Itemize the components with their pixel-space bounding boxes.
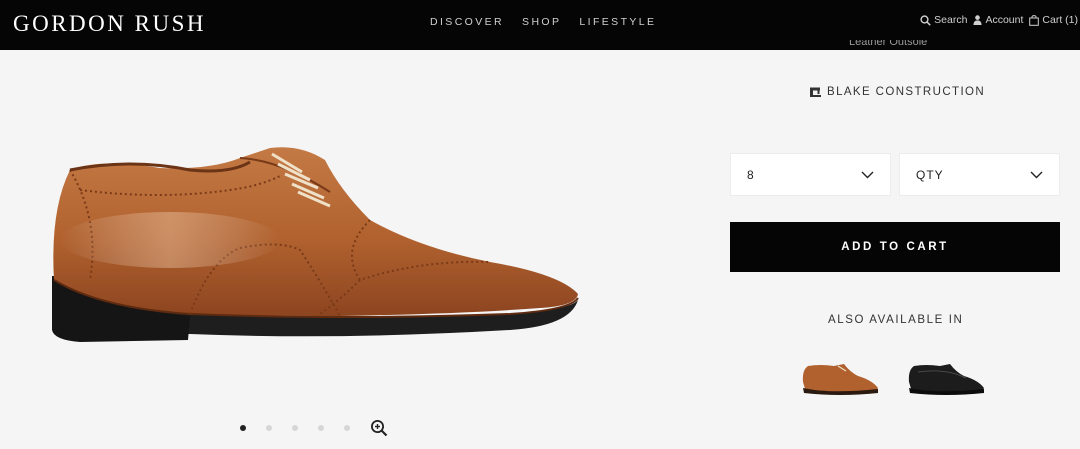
account-link[interactable]: Account xyxy=(973,14,1023,26)
search-link[interactable]: Search xyxy=(920,14,967,26)
carousel-dot[interactable] xyxy=(266,425,272,431)
product-image[interactable] xyxy=(40,130,590,360)
color-variant-black[interactable] xyxy=(906,360,986,400)
add-to-cart-button[interactable]: ADD TO CART xyxy=(730,222,1060,272)
shopping-bag-icon xyxy=(1029,14,1040,26)
cart-link[interactable]: Cart (1) xyxy=(1029,14,1078,26)
brand-logo[interactable]: GORDON RUSH xyxy=(13,11,206,37)
chevron-down-icon xyxy=(1030,171,1043,178)
account-label: Account xyxy=(985,14,1024,26)
search-label: Search xyxy=(934,14,968,26)
carousel-dot[interactable] xyxy=(344,425,350,431)
quantity-value: QTY xyxy=(916,167,944,182)
carousel-dot[interactable] xyxy=(240,425,246,431)
outsole-detail: Leather Outsole xyxy=(849,40,928,48)
carousel-dot[interactable] xyxy=(318,425,324,431)
chevron-down-icon xyxy=(861,171,874,178)
zoom-icon[interactable] xyxy=(370,419,388,437)
search-icon xyxy=(920,14,931,26)
color-variant-tan[interactable] xyxy=(800,360,880,400)
construction-label: BLAKE CONSTRUCTION xyxy=(827,86,986,98)
user-icon xyxy=(973,15,983,25)
nav-shop[interactable]: SHOP xyxy=(522,16,561,28)
size-select[interactable]: 8 xyxy=(730,153,891,196)
header-utilities: Search Account Cart (1) xyxy=(920,14,1078,26)
sewing-machine-icon xyxy=(810,87,821,97)
carousel-dot[interactable] xyxy=(292,425,298,431)
image-carousel-dots xyxy=(240,419,388,437)
nav-discover[interactable]: DISCOVER xyxy=(430,16,504,28)
cart-label: Cart (1) xyxy=(1042,14,1078,26)
quantity-select[interactable]: QTY xyxy=(899,153,1060,196)
main-nav: DISCOVER SHOP LIFESTYLE xyxy=(430,16,656,28)
also-available-heading: ALSO AVAILABLE IN xyxy=(828,314,964,326)
nav-lifestyle[interactable]: LIFESTYLE xyxy=(579,16,656,28)
construction-feature: BLAKE CONSTRUCTION xyxy=(810,86,985,98)
size-value: 8 xyxy=(747,167,755,182)
